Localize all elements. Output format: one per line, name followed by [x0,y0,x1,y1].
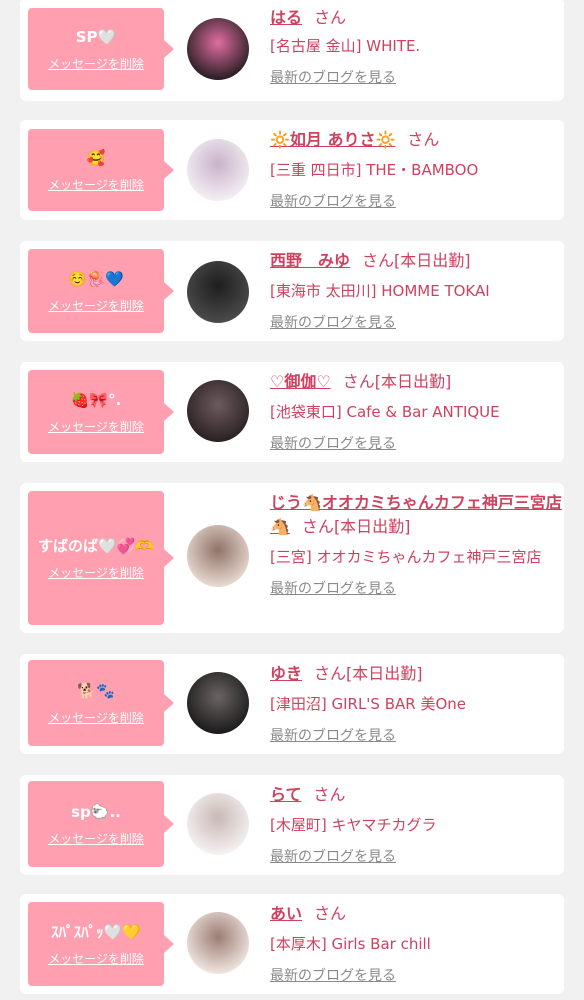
delete-message-link[interactable]: メッセージを削除 [48,176,144,193]
message-bubble: ☺️🪼💙 メッセージを削除 [28,249,174,333]
avatar[interactable] [187,912,249,974]
message-text: SP🤍 [75,27,117,46]
avatar[interactable] [187,139,249,201]
message-card: SP🤍 メッセージを削除 はる さん [名古屋 金山] WHITE. 最新のブログ… [20,0,564,101]
honorific: さん [362,251,395,270]
honorific: さん [314,664,347,683]
message-bubble: 🐕🐾 メッセージを削除 [28,660,174,746]
delete-message-link[interactable]: メッセージを削除 [48,297,144,314]
message-card: 🐕🐾 メッセージを削除 ゆき さん[本日出勤] [津田沼] GIRL'S BAR … [20,654,564,754]
cast-info: 西野 みゆ さん[本日出勤] [東海市 太田川] HOMME TOKAI 最新のブ… [270,249,562,333]
latest-blog-link[interactable]: 最新のブログを見る [270,726,562,746]
cast-info: 🔆如月 ありさ🔆 さん [三重 四日市] THE・BAMBOO 最新のブログを見る [270,128,562,212]
shop-name: [三重 四日市] THE・BAMBOO [270,161,479,179]
shop-name: [津田沼] GIRL'S BAR 美One [270,695,466,713]
honorific: さん [314,8,347,27]
shop-name: [東海市 太田川] HOMME TOKAI [270,282,490,300]
status-badge: [本日出勤] [394,251,471,270]
message-bubble: 🍓🎀°. メッセージを削除 [28,370,174,454]
honorific: さん [407,130,440,149]
cast-name-link[interactable]: ♡御伽♡ [270,372,331,391]
message-card: sp🐑.. メッセージを削除 らて さん [木屋町] キヤマチカグラ 最新のブログ… [20,775,564,875]
latest-blog-link[interactable]: 最新のブログを見る [270,313,562,333]
cast-name-link[interactable]: ゆき [270,664,302,683]
status-badge: [本日出勤] [333,517,411,536]
message-bubble: 🥰 メッセージを削除 [28,129,174,211]
delete-message-link[interactable]: メッセージを削除 [48,950,144,967]
cast-info: じう🐴オオカミちゃんカフェ神戸三宮店🐴 さん[本日出勤] [三宮] オオカミちゃん… [270,491,562,599]
latest-blog-link[interactable]: 最新のブログを見る [270,434,562,454]
honorific: さん [313,785,346,804]
shop-name: [池袋東口] Cafe & Bar ANTIQUE [270,403,500,421]
message-text: すばのば🤍💞🫶 [37,536,155,555]
status-badge: [本日出勤] [374,372,452,391]
message-text: ☺️🪼💙 [67,269,125,288]
honorific: さん [342,372,375,391]
delete-message-link[interactable]: メッセージを削除 [48,709,144,726]
honorific: さん [314,904,347,923]
avatar[interactable] [187,380,249,442]
cast-name-link[interactable]: 西野 みゆ [270,251,350,270]
delete-message-link[interactable]: メッセージを削除 [48,830,144,847]
message-card: すばのば🤍💞🫶 メッセージを削除 じう🐴オオカミちゃんカフェ神戸三宮店🐴 さん[本… [20,483,564,633]
cast-name-link[interactable]: らて [270,785,302,804]
avatar[interactable] [187,261,249,323]
shop-name: [名古屋 金山] WHITE. [270,37,421,55]
delete-message-link[interactable]: メッセージを削除 [48,55,144,72]
shop-name: [三宮] オオカミちゃんカフェ神戸三宮店 [270,548,542,566]
shop-name: [本厚木] Girls Bar chill [270,935,431,953]
message-card: 🥰 メッセージを削除 🔆如月 ありさ🔆 さん [三重 四日市] THE・BAMBO… [20,120,564,220]
cast-name-link[interactable]: 🔆如月 ありさ🔆 [270,130,395,149]
delete-message-link[interactable]: メッセージを削除 [48,564,144,581]
message-text: ｽﾊﾟｽﾊﾟｯ🤍💛 [51,922,141,941]
message-card: ｽﾊﾟｽﾊﾟｯ🤍💛 メッセージを削除 あい さん [本厚木] Girls Bar … [20,894,564,994]
latest-blog-link[interactable]: 最新のブログを見る [270,847,562,867]
message-text: 🍓🎀°. [70,390,122,409]
message-text: sp🐑.. [71,802,121,821]
status-badge: [本日出勤] [346,664,423,683]
message-card: 🍓🎀°. メッセージを削除 ♡御伽♡ さん[本日出勤] [池袋東口] Cafe &… [20,362,564,462]
latest-blog-link[interactable]: 最新のブログを見る [270,68,562,88]
honorific: さん [301,517,334,536]
cast-info: ♡御伽♡ さん[本日出勤] [池袋東口] Cafe & Bar ANTIQUE 最… [270,370,562,454]
avatar[interactable] [187,525,249,587]
latest-blog-link[interactable]: 最新のブログを見る [270,966,562,986]
shop-name: [木屋町] キヤマチカグラ [270,816,437,834]
cast-name-link[interactable]: あい [270,904,302,923]
message-bubble: SP🤍 メッセージを削除 [28,8,174,90]
message-text: 🐕🐾 [77,681,115,700]
avatar[interactable] [187,793,249,855]
cast-info: あい さん [本厚木] Girls Bar chill 最新のブログを見る [270,902,562,986]
avatar[interactable] [187,18,249,80]
cast-info: ゆき さん[本日出勤] [津田沼] GIRL'S BAR 美One 最新のブログを… [270,662,562,746]
message-bubble: すばのば🤍💞🫶 メッセージを削除 [28,491,174,625]
cast-info: らて さん [木屋町] キヤマチカグラ 最新のブログを見る [270,783,562,867]
latest-blog-link[interactable]: 最新のブログを見る [270,192,562,212]
cast-name-link[interactable]: はる [270,8,302,27]
delete-message-link[interactable]: メッセージを削除 [48,418,144,435]
message-bubble: sp🐑.. メッセージを削除 [28,781,174,867]
latest-blog-link[interactable]: 最新のブログを見る [270,579,562,599]
avatar[interactable] [187,672,249,734]
message-card: ☺️🪼💙 メッセージを削除 西野 みゆ さん[本日出勤] [東海市 太田川] HO… [20,241,564,341]
cast-info: はる さん [名古屋 金山] WHITE. 最新のブログを見る [270,6,562,88]
message-list: SP🤍 メッセージを削除 はる さん [名古屋 金山] WHITE. 最新のブログ… [0,0,584,1000]
message-text: 🥰 [86,148,106,167]
message-bubble: ｽﾊﾟｽﾊﾟｯ🤍💛 メッセージを削除 [28,902,174,986]
